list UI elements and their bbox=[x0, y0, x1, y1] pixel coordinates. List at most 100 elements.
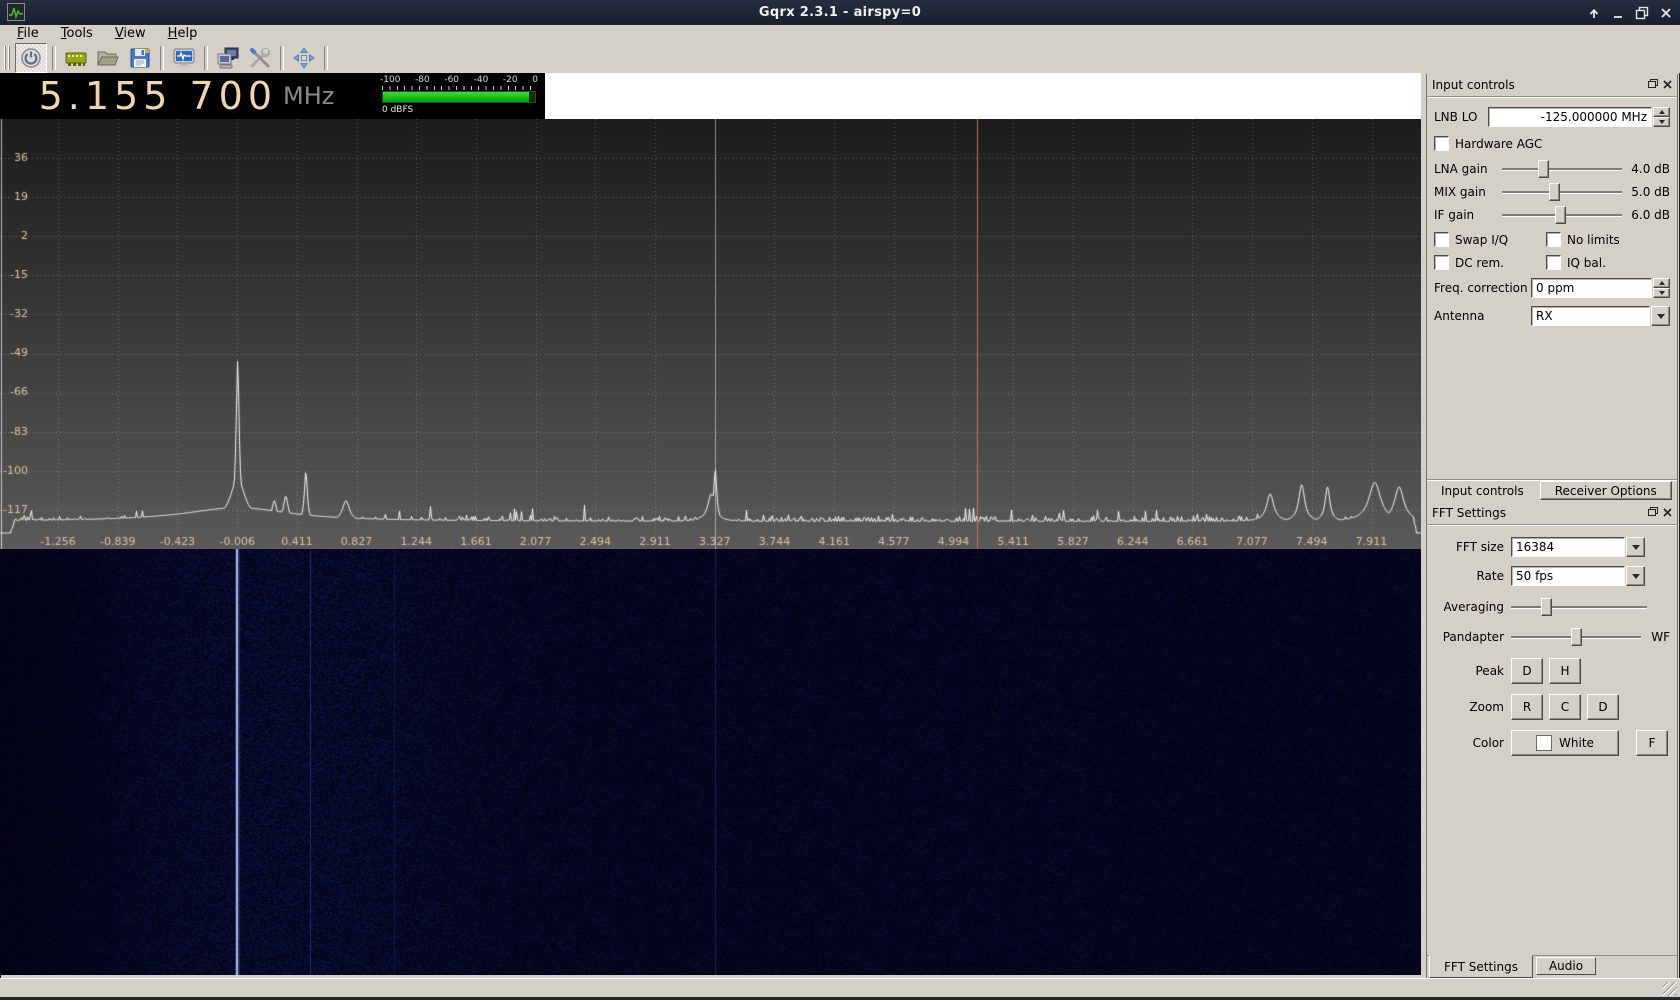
fft-size-value[interactable]: 16384 bbox=[1511, 537, 1625, 557]
if-gain-label: IF gain bbox=[1434, 208, 1502, 222]
menu-help[interactable]: Help bbox=[157, 25, 209, 42]
tab-input-controls[interactable]: Input controls bbox=[1429, 480, 1536, 502]
control-panel: Input controls LNB LO -125.000000 MHz bbox=[1426, 74, 1678, 978]
fill-button[interactable]: F bbox=[1636, 730, 1668, 756]
slider-handle[interactable] bbox=[1538, 160, 1549, 178]
zoom-label: Zoom bbox=[1434, 700, 1504, 714]
dock-tabbar-top: Input controls Receiver Options bbox=[1427, 479, 1677, 502]
swap-iq-checkbox[interactable] bbox=[1434, 232, 1449, 247]
chevron-down-icon[interactable] bbox=[1626, 566, 1645, 586]
close-dock-icon[interactable] bbox=[1663, 506, 1672, 520]
lnb-lo-spinbox[interactable]: -125.000000 MHz bbox=[1488, 107, 1670, 127]
pan-button[interactable] bbox=[289, 44, 319, 72]
toolbar-handle[interactable] bbox=[4, 46, 12, 70]
frequency-row: 5.155 700 MHz -100-80-60-40-200 0 dBFS bbox=[0, 73, 1421, 119]
meter-fill bbox=[383, 92, 529, 102]
antenna-value[interactable]: RX bbox=[1531, 306, 1650, 326]
if-gain-slider[interactable] bbox=[1502, 206, 1622, 224]
minimize-button[interactable] bbox=[1610, 5, 1626, 21]
start-dsp-button[interactable] bbox=[15, 43, 47, 73]
input-controls-dock: Input controls LNB LO -125.000000 MHz bbox=[1427, 74, 1677, 479]
averaging-label: Averaging bbox=[1434, 600, 1504, 614]
antenna-combobox[interactable]: RX bbox=[1531, 306, 1670, 326]
spin-down-icon[interactable] bbox=[1653, 288, 1670, 298]
configure-io-button[interactable] bbox=[61, 44, 91, 72]
meter-bar bbox=[382, 91, 536, 103]
frequency-display[interactable]: 5.155 700 MHz bbox=[0, 73, 373, 119]
menu-tools[interactable]: Tools bbox=[50, 25, 104, 42]
fft-size-label: FFT size bbox=[1434, 540, 1504, 554]
chevron-down-icon[interactable] bbox=[1651, 306, 1670, 326]
slider-handle[interactable] bbox=[1571, 628, 1582, 646]
frequency-digits[interactable]: 5.155 700 bbox=[39, 73, 277, 119]
peak-detect-button[interactable]: D bbox=[1511, 658, 1543, 684]
meter-ticks bbox=[382, 86, 536, 90]
slider-handle[interactable] bbox=[1555, 206, 1566, 224]
freq-correction-value[interactable]: 0 ppm bbox=[1531, 278, 1652, 298]
averaging-slider[interactable] bbox=[1511, 598, 1647, 616]
meter-scale-label: -40 bbox=[474, 74, 489, 86]
chevron-down-icon[interactable] bbox=[1626, 537, 1645, 557]
close-button[interactable] bbox=[1658, 5, 1674, 21]
close-dock-icon[interactable] bbox=[1663, 78, 1672, 92]
spin-up-icon[interactable] bbox=[1653, 107, 1670, 117]
maximize-button[interactable] bbox=[1634, 5, 1650, 21]
shade-button[interactable] bbox=[1586, 5, 1602, 21]
tools-icon bbox=[248, 46, 272, 70]
iq-monitor-button[interactable] bbox=[169, 44, 199, 72]
freq-correction-spinbox[interactable]: 0 ppm bbox=[1531, 278, 1670, 298]
save-file-button[interactable] bbox=[125, 44, 155, 72]
tab-audio[interactable]: Audio bbox=[1536, 957, 1596, 975]
dsp-tools-button[interactable] bbox=[245, 44, 275, 72]
color-label: Color bbox=[1434, 736, 1504, 750]
rate-label: Rate bbox=[1434, 569, 1504, 583]
tab-receiver-options[interactable]: Receiver Options bbox=[1540, 481, 1672, 500]
rate-value[interactable]: 50 fps bbox=[1511, 566, 1625, 586]
float-dock-icon[interactable] bbox=[1648, 506, 1658, 520]
toolbar-separator bbox=[160, 46, 164, 70]
iq-bal-checkbox[interactable] bbox=[1546, 255, 1561, 270]
toolbar bbox=[0, 42, 1680, 73]
rate-combobox[interactable]: 50 fps bbox=[1511, 566, 1645, 586]
lnb-lo-value[interactable]: -125.000000 MHz bbox=[1488, 107, 1652, 127]
zoom-center-button[interactable]: C bbox=[1549, 694, 1581, 720]
tab-fft-settings[interactable]: FFT Settings bbox=[1429, 955, 1533, 978]
open-folder-icon bbox=[96, 46, 120, 70]
meter-scale: -100-80-60-40-200 bbox=[380, 74, 538, 86]
meter-scale-label: -20 bbox=[503, 74, 518, 86]
hardware-agc-checkbox[interactable] bbox=[1434, 136, 1449, 151]
dc-rem-checkbox[interactable] bbox=[1434, 255, 1449, 270]
remote-control-button[interactable] bbox=[213, 44, 243, 72]
dock-title-label: Input controls bbox=[1432, 78, 1648, 92]
spin-up-icon[interactable] bbox=[1653, 278, 1670, 288]
menu-view[interactable]: View bbox=[104, 25, 157, 42]
slider-handle[interactable] bbox=[1541, 598, 1552, 616]
lna-gain-slider[interactable] bbox=[1502, 160, 1622, 178]
waterfall[interactable] bbox=[0, 549, 1421, 975]
toolbar-separator bbox=[280, 46, 284, 70]
pandapter-spectrum[interactable] bbox=[0, 119, 1421, 549]
dc-rem-label: DC rem. bbox=[1455, 256, 1504, 270]
if-gain-value: 6.0 dB bbox=[1622, 208, 1670, 222]
open-file-button[interactable] bbox=[93, 44, 123, 72]
save-floppy-icon bbox=[128, 46, 152, 70]
zoom-reset-button[interactable]: R bbox=[1511, 694, 1543, 720]
fft-color-button[interactable]: White bbox=[1511, 730, 1619, 756]
peak-label: Peak bbox=[1434, 664, 1504, 678]
menubar: File Tools View Help bbox=[0, 25, 1680, 42]
zoom-demod-button[interactable]: D bbox=[1587, 694, 1619, 720]
pan-arrows-icon bbox=[292, 46, 316, 70]
mix-gain-label: MIX gain bbox=[1434, 185, 1502, 199]
pandapter-wf-slider[interactable] bbox=[1511, 628, 1641, 646]
signal-meter: -100-80-60-40-200 0 dBFS bbox=[373, 73, 545, 119]
no-limits-checkbox[interactable] bbox=[1546, 232, 1561, 247]
float-dock-icon[interactable] bbox=[1648, 78, 1658, 92]
peak-hold-button[interactable]: H bbox=[1549, 658, 1581, 684]
mix-gain-slider[interactable] bbox=[1502, 183, 1622, 201]
fft-size-combobox[interactable]: 16384 bbox=[1511, 537, 1645, 557]
menu-file[interactable]: File bbox=[6, 25, 50, 42]
spin-down-icon[interactable] bbox=[1653, 117, 1670, 127]
resize-grip[interactable] bbox=[1663, 982, 1677, 996]
meter-scale-label: -80 bbox=[415, 74, 430, 86]
slider-handle[interactable] bbox=[1549, 183, 1560, 201]
